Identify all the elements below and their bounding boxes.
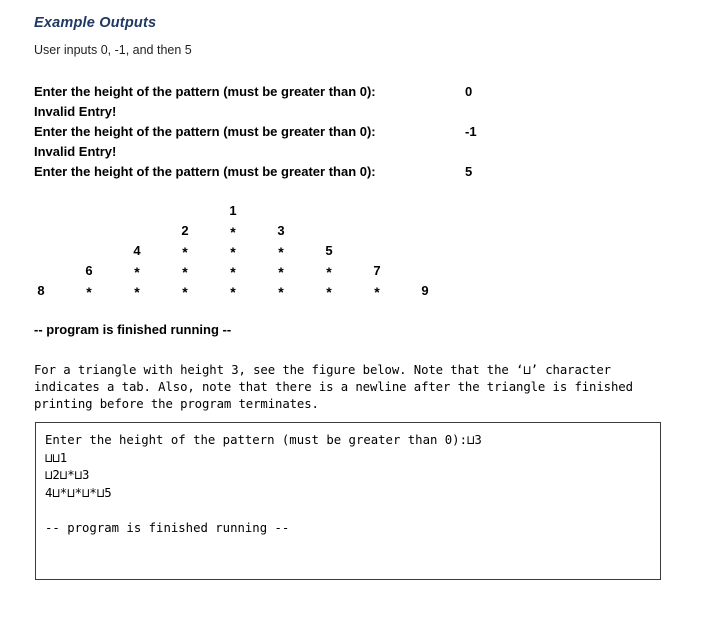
transcript-row: Invalid Entry! bbox=[34, 102, 674, 122]
pattern-star: * bbox=[278, 244, 284, 260]
explanation-paragraph: For a triangle with height 3, see the fi… bbox=[34, 362, 662, 413]
pattern-number: 9 bbox=[421, 283, 429, 298]
pattern-number: 3 bbox=[277, 223, 285, 238]
pattern-star: * bbox=[182, 264, 188, 280]
pattern-number: 8 bbox=[37, 283, 45, 298]
triangle-pattern: 1 2 * 3 4 * * * 5 6 * * * * * 7 8 * * * * * * * 9 bbox=[34, 201, 474, 301]
pattern-star: * bbox=[230, 284, 236, 300]
program-finished-line: -- program is finished running -- bbox=[34, 322, 232, 337]
pattern-number: 7 bbox=[373, 263, 381, 278]
sample-output-text: Enter the height of the pattern (must be… bbox=[45, 432, 654, 537]
pattern-star: * bbox=[374, 284, 380, 300]
transcript-row: Enter the height of the pattern (must be… bbox=[34, 162, 674, 182]
code-line: ⊔2⊔*⊔3 bbox=[45, 468, 90, 482]
pattern-row: 1 bbox=[34, 201, 474, 221]
explanation-line: indicates a tab. Also, note that there i… bbox=[34, 380, 633, 394]
pattern-star: * bbox=[326, 284, 332, 300]
pattern-star: * bbox=[134, 264, 140, 280]
code-line: -- program is finished running -- bbox=[45, 520, 290, 535]
console-transcript: Enter the height of the pattern (must be… bbox=[34, 82, 674, 182]
pattern-star: * bbox=[134, 284, 140, 300]
transcript-prompt: Invalid Entry! bbox=[34, 144, 117, 159]
pattern-row: 6 * * * * * 7 bbox=[34, 261, 474, 281]
pattern-star: * bbox=[182, 284, 188, 300]
pattern-star: * bbox=[230, 224, 236, 240]
explanation-line: printing before the program terminates. bbox=[34, 397, 319, 411]
intro-text: User inputs 0, -1, and then 5 bbox=[34, 43, 192, 57]
transcript-prompt: Enter the height of the pattern (must be… bbox=[34, 124, 376, 139]
pattern-star: * bbox=[230, 244, 236, 260]
transcript-row: Enter the height of the pattern (must be… bbox=[34, 122, 674, 142]
pattern-number: 1 bbox=[229, 203, 237, 218]
transcript-row: Enter the height of the pattern (must be… bbox=[34, 82, 674, 102]
pattern-number: 5 bbox=[325, 243, 333, 258]
transcript-input-value: 5 bbox=[465, 164, 473, 179]
transcript-prompt: Enter the height of the pattern (must be… bbox=[34, 84, 376, 99]
pattern-number: 2 bbox=[181, 223, 189, 238]
code-line: ⊔⊔1 bbox=[45, 450, 68, 465]
code-line: Enter the height of the pattern (must be… bbox=[45, 433, 482, 447]
pattern-row: 4 * * * 5 bbox=[34, 241, 474, 261]
pattern-star: * bbox=[278, 264, 284, 280]
pattern-row: 2 * 3 bbox=[34, 221, 474, 241]
pattern-number: 6 bbox=[85, 263, 93, 278]
pattern-star: * bbox=[182, 244, 188, 260]
transcript-input-value: 0 bbox=[465, 84, 473, 99]
pattern-star: * bbox=[278, 284, 284, 300]
transcript-prompt: Enter the height of the pattern (must be… bbox=[34, 164, 376, 179]
page-title: Example Outputs bbox=[34, 15, 157, 31]
sample-output-box: Enter the height of the pattern (must be… bbox=[35, 422, 661, 580]
code-line: 4⊔*⊔*⊔*⊔5 bbox=[45, 485, 112, 500]
pattern-row: 8 * * * * * * * 9 bbox=[34, 281, 474, 301]
transcript-input-value: -1 bbox=[465, 124, 477, 139]
pattern-star: * bbox=[326, 264, 332, 280]
pattern-number: 4 bbox=[133, 243, 141, 258]
transcript-prompt: Invalid Entry! bbox=[34, 104, 117, 119]
transcript-row: Invalid Entry! bbox=[34, 142, 674, 162]
pattern-star: * bbox=[86, 284, 92, 300]
explanation-line: For a triangle with height 3, see the fi… bbox=[34, 363, 611, 377]
pattern-star: * bbox=[230, 264, 236, 280]
